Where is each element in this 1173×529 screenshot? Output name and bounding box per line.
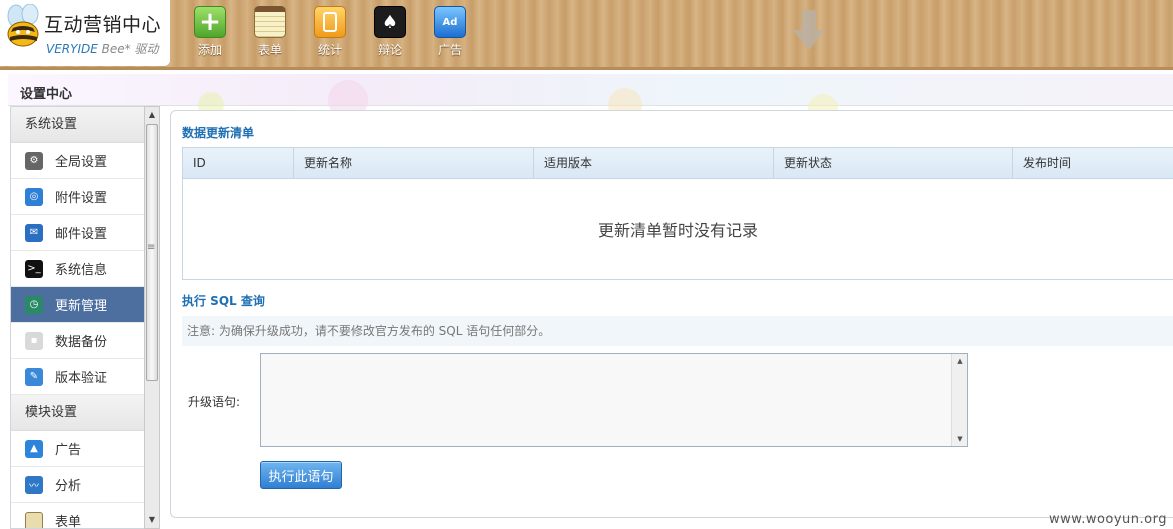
ad-badge: Ad xyxy=(442,16,458,28)
logo-title: 互动营销中心 xyxy=(44,14,162,36)
sidebar-item-global-settings[interactable]: ⚙ 全局设置 xyxy=(11,143,144,179)
logo-driver: 驱动 xyxy=(134,42,159,56)
scroll-down-icon[interactable]: ▼ xyxy=(145,512,159,528)
sidebar-item-label: 系统信息 xyxy=(55,263,108,278)
sidebar-item-data-backup[interactable]: ▪ 数据备份 xyxy=(11,323,144,359)
logo[interactable]: 互动营销中心 VERYIDE Bee* 驱动 xyxy=(0,0,170,66)
cards-icon: ♠ xyxy=(374,6,406,38)
sql-field-label: 升级语句: xyxy=(188,395,241,409)
updates-title: 数据更新清单 xyxy=(182,126,255,140)
ad-icon: Ad xyxy=(434,6,466,38)
sidebar-item-label: 附件设置 xyxy=(55,191,108,206)
toolbar-ad-label: 广告 xyxy=(437,43,462,57)
sidebar-item-ad[interactable]: ▲ 广告 xyxy=(11,431,144,467)
empty-message: 更新清单暂时没有记录 xyxy=(597,221,758,240)
toolbar-form-button[interactable]: 表单 xyxy=(244,6,296,58)
sidebar-item-label: 更新管理 xyxy=(55,299,108,314)
sidebar-item-label: 邮件设置 xyxy=(55,227,108,242)
column-id: ID xyxy=(183,148,294,178)
toolbar-ad-button[interactable]: Ad 广告 xyxy=(424,6,476,58)
sidebar-item-label: 版本验证 xyxy=(55,371,108,386)
toolbar-form-label: 表单 xyxy=(257,43,282,57)
sql-title: 执行 SQL 查询 xyxy=(182,294,265,308)
notepad-icon xyxy=(254,6,286,38)
sql-input-scrollbar[interactable]: ▲ ▼ xyxy=(951,354,967,446)
page-title: 设置中心 xyxy=(20,87,73,102)
sql-notice: 注意: 为确保升级成功，请不要修改官方发布的 SQL 语句任何部分。 xyxy=(182,316,1173,346)
main-panel: 数据更新清单 ID 更新名称 适用版本 更新状态 发布时间 更新清单暂时没有记录… xyxy=(170,110,1173,518)
column-update-name: 更新名称 xyxy=(294,148,534,178)
scroll-down-icon[interactable]: ▼ xyxy=(952,435,968,443)
gear-icon: ⚙ xyxy=(25,151,43,170)
bee-logo-icon xyxy=(7,4,39,47)
sidebar-item-label: 分析 xyxy=(55,479,82,494)
logo-subtitle: VERYIDE Bee* 驱动 xyxy=(46,40,159,57)
mail-icon: ✉ xyxy=(25,223,43,242)
notepad-icon xyxy=(25,511,43,528)
clock-icon: ◷ xyxy=(25,295,43,314)
sidebar-item-label: 表单 xyxy=(55,515,82,529)
sidebar-item-form[interactable]: 表单 xyxy=(11,503,144,529)
sidebar-item-label: 广告 xyxy=(55,443,82,458)
sidebar-item-mail-settings[interactable]: ✉ 邮件设置 xyxy=(11,215,144,251)
attachment-icon: ◎ xyxy=(25,187,43,206)
toolbar-add-label: 添加 xyxy=(197,43,222,57)
down-arrow-icon[interactable] xyxy=(791,8,827,52)
sidebar-item-version-verify[interactable]: ✎ 版本验证 xyxy=(11,359,144,395)
scroll-up-icon[interactable]: ▲ xyxy=(145,107,159,123)
execute-sql-button[interactable]: 执行此语句 xyxy=(260,461,342,489)
sidebar-item-attachment-settings[interactable]: ◎ 附件设置 xyxy=(11,179,144,215)
column-version: 适用版本 xyxy=(534,148,774,178)
sql-input[interactable] xyxy=(260,353,968,447)
sidebar-group-module: 模块设置 xyxy=(11,395,144,431)
ad-icon: ▲ xyxy=(25,439,43,458)
sidebar: 系统设置 ⚙ 全局设置 ◎ 附件设置 ✉ 邮件设置 >_ 系统信息 ◷ 更新管理… xyxy=(10,106,144,529)
logo-bee: Bee* xyxy=(101,42,131,56)
sidebar-item-label: 数据备份 xyxy=(55,335,108,350)
settings-header: 设置中心 xyxy=(8,74,1173,124)
sidebar-item-update-management[interactable]: ◷ 更新管理 xyxy=(11,287,144,323)
ipod-icon xyxy=(314,6,346,38)
sidebar-item-system-info[interactable]: >_ 系统信息 xyxy=(11,251,144,287)
terminal-icon: >_ xyxy=(25,259,43,278)
column-publish-time: 发布时间 xyxy=(1023,156,1072,170)
grip-icon: ≡ xyxy=(147,242,156,253)
updates-table-header: ID 更新名称 适用版本 更新状态 发布时间 xyxy=(182,147,1173,179)
scroll-up-icon[interactable]: ▲ xyxy=(952,357,968,365)
plus-icon: + xyxy=(194,6,226,38)
backup-icon: ▪ xyxy=(25,331,43,350)
toolbar-debate-label: 辩论 xyxy=(377,43,402,57)
verify-icon: ✎ xyxy=(25,367,43,386)
chart-icon: 〰 xyxy=(25,475,43,494)
sidebar-group-system: 系统设置 xyxy=(11,107,144,143)
sidebar-item-label: 全局设置 xyxy=(55,155,108,170)
updates-table-body: 更新清单暂时没有记录 xyxy=(182,179,1173,280)
column-status: 更新状态 xyxy=(774,148,1013,178)
logo-brand: VERYIDE xyxy=(46,42,98,56)
toolbar-debate-button[interactable]: ♠ 辩论 xyxy=(364,6,416,58)
toolbar-stats-button[interactable]: 统计 xyxy=(304,6,356,58)
top-toolbar: 互动营销中心 VERYIDE Bee* 驱动 + 添加 表单 统计 ♠ 辩论 A… xyxy=(0,0,1173,70)
sidebar-item-analytics[interactable]: 〰 分析 xyxy=(11,467,144,503)
watermark: www.wooyun.org xyxy=(1048,512,1167,527)
toolbar-stats-label: 统计 xyxy=(317,43,342,57)
toolbar-add-button[interactable]: + 添加 xyxy=(184,6,236,58)
sidebar-scrollbar[interactable]: ▲ ≡ ▼ xyxy=(144,106,160,529)
